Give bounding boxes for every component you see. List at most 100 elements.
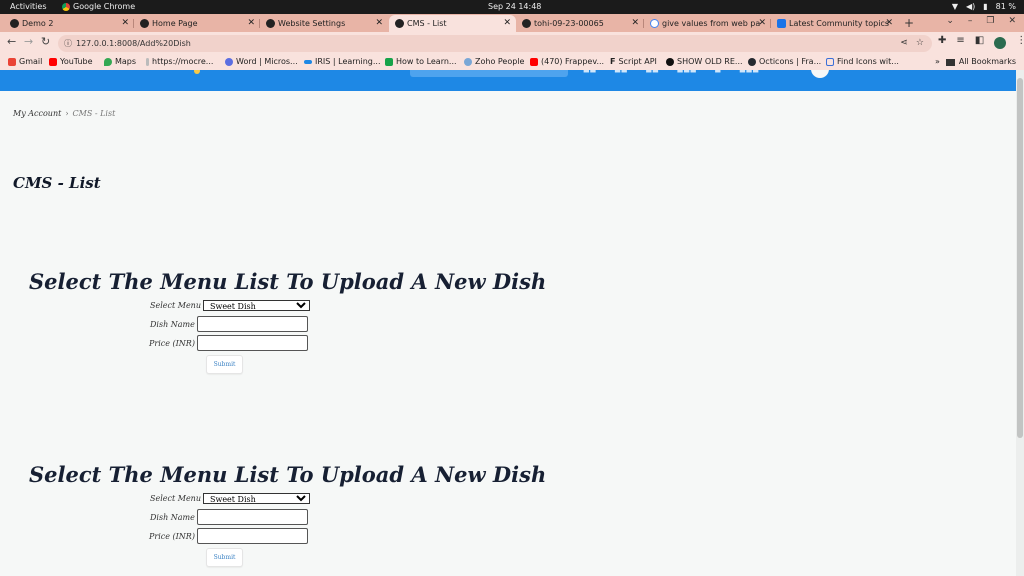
select-menu-label: Select Menu: [150, 494, 201, 503]
nav-link[interactable]: ▬: [715, 70, 722, 75]
breadcrumb: My Account › CMS - List: [13, 109, 115, 118]
bookmark-script-api[interactable]: F Script API: [610, 54, 657, 70]
price-input[interactable]: [196, 528, 308, 544]
user-avatar[interactable]: [811, 70, 829, 78]
bookmark-zoho-people[interactable]: Zoho People: [464, 54, 524, 70]
dish-name-input[interactable]: [196, 509, 308, 525]
nav-link[interactable]: ▬▬: [583, 70, 596, 75]
bookmark-label: Find Icons wit...: [837, 57, 899, 66]
tab-title: Website Settings: [278, 19, 346, 28]
bookmark-octicons[interactable]: Octicons | Fra...: [748, 54, 821, 70]
close-window-icon[interactable]: ✕: [1008, 16, 1016, 26]
restore-icon[interactable]: ❐: [986, 16, 994, 26]
bookmark-how-to-learn[interactable]: How to Learn...: [385, 54, 457, 70]
clock[interactable]: Sep 24 14:48: [488, 0, 541, 14]
app-menu[interactable]: Google Chrome: [62, 0, 135, 14]
bookmark-label: Script API: [618, 57, 657, 66]
window-controls: ⌄ – ❐ ✕: [946, 16, 1016, 26]
bookmark-gmail[interactable]: Gmail: [8, 54, 42, 70]
site-nav-links: ▬▬ ▬▬ ▬▬ ▬▬▬ ▬ ▬▬▬: [583, 70, 759, 75]
bookmark-find-icons[interactable]: Find Icons wit...: [826, 54, 899, 70]
tab-home-page[interactable]: Home Page ✕: [134, 15, 260, 32]
system-tray[interactable]: ▼ ◀) ▮ 81 %: [952, 0, 1016, 14]
page-scrollbar[interactable]: [1016, 70, 1024, 576]
bookmark-star-icon[interactable]: ☆: [916, 35, 924, 52]
site-search-input[interactable]: [410, 70, 568, 77]
bookmarks-overflow-icon[interactable]: »: [935, 54, 940, 70]
nav-link[interactable]: ▬▬: [645, 70, 658, 75]
price-row: Price (INR): [149, 335, 308, 351]
tab-cms-list[interactable]: CMS - List ✕: [389, 15, 516, 32]
tab-community-topics[interactable]: Latest Community topics ✕: [771, 15, 898, 32]
close-tab-icon[interactable]: ✕: [758, 15, 766, 32]
site-info-icon[interactable]: ⓘ: [64, 35, 72, 52]
system-top-bar: Activities Google Chrome Sep 24 14:48 ▼ …: [0, 0, 1024, 14]
tab-title: Home Page: [152, 19, 198, 28]
gmail-icon: [8, 58, 16, 66]
bookmark-mocre[interactable]: https://mocre...: [146, 54, 213, 70]
battery-level: 81 %: [995, 2, 1016, 11]
bookmark-show-old[interactable]: SHOW OLD RE...: [666, 54, 743, 70]
close-tab-icon[interactable]: ✕: [375, 15, 383, 32]
favicon-icon: [266, 19, 275, 28]
address-bar[interactable]: ⓘ 127.0.0.1:8008/Add%20Dish ⋖ ☆: [58, 35, 932, 52]
breadcrumb-my-account[interactable]: My Account: [13, 109, 61, 118]
forward-icon[interactable]: →: [24, 35, 33, 48]
bookmark-frappev[interactable]: (470) Frappev...: [530, 54, 604, 70]
select-menu-dropdown[interactable]: Sweet Dish: [202, 300, 310, 311]
favicon-icon: [522, 19, 531, 28]
share-icon[interactable]: ⋖: [900, 35, 908, 52]
dish-name-row: Dish Name: [150, 316, 308, 332]
submit-button[interactable]: Submit: [206, 548, 243, 567]
wifi-icon: ▼: [951, 2, 958, 11]
flag-icon: [826, 58, 834, 66]
tab-demo-2[interactable]: Demo 2 ✕: [4, 15, 134, 32]
submit-button[interactable]: Submit: [206, 355, 243, 374]
breadcrumb-current: CMS - List: [72, 109, 116, 118]
folder-icon: [945, 58, 955, 66]
tab-tohi[interactable]: tohi-09-23-00065 ✕: [516, 15, 644, 32]
nav-link[interactable]: ▬▬▬: [739, 70, 759, 75]
select-menu-dropdown[interactable]: Sweet Dish: [202, 493, 310, 504]
profile-avatar[interactable]: [994, 37, 1007, 49]
zoho-icon: [464, 58, 472, 66]
bookmark-youtube[interactable]: YouTube: [49, 54, 93, 70]
close-tab-icon[interactable]: ✕: [885, 15, 893, 32]
reload-icon[interactable]: ↻: [41, 35, 50, 48]
bookmark-iris[interactable]: IRIS | Learning...: [304, 54, 381, 70]
nav-link[interactable]: ▬▬: [614, 70, 627, 75]
page-icon: [146, 58, 149, 66]
back-icon[interactable]: ←: [7, 35, 16, 48]
nav-link[interactable]: ▬▬▬: [677, 70, 697, 75]
activities-button[interactable]: Activities: [10, 0, 47, 14]
minimize-icon[interactable]: –: [968, 16, 973, 26]
menu-icon[interactable]: ⋮: [1016, 35, 1024, 49]
chevron-right-icon: ›: [65, 109, 69, 118]
form-heading: Select The Menu List To Upload A New Dis…: [29, 269, 547, 294]
all-bookmarks-button[interactable]: All Bookmarks: [945, 54, 1016, 70]
side-panel-icon[interactable]: ◧: [975, 35, 984, 49]
close-tab-icon[interactable]: ✕: [631, 15, 639, 32]
price-input[interactable]: [196, 335, 308, 351]
dish-name-input[interactable]: [196, 316, 308, 332]
bookmark-maps[interactable]: Maps: [104, 54, 136, 70]
tab-website-settings[interactable]: Website Settings ✕: [260, 15, 388, 32]
close-tab-icon[interactable]: ✕: [503, 15, 511, 32]
price-row: Price (INR): [149, 528, 308, 544]
site-logo[interactable]: [194, 70, 200, 74]
bookmark-label: Word | Micros...: [236, 57, 298, 66]
close-tab-icon[interactable]: ✕: [121, 15, 129, 32]
bookmark-word[interactable]: Word | Micros...: [225, 54, 298, 70]
bookmark-label: (470) Frappev...: [541, 57, 605, 66]
reading-list-icon[interactable]: ≡: [956, 35, 964, 49]
extensions-area: ✚ ≡ ◧ ⋮: [938, 35, 1024, 49]
site-navbar: ▬▬ ▬▬ ▬▬ ▬▬▬ ▬ ▬▬▬: [0, 70, 1016, 91]
new-tab-button[interactable]: +: [904, 15, 914, 31]
close-tab-icon[interactable]: ✕: [247, 15, 255, 32]
tab-give-values[interactable]: give values from web pa ✕: [644, 15, 771, 32]
chrome-icon: [62, 3, 70, 11]
dish-name-label: Dish Name: [150, 319, 195, 329]
scrollbar-thumb[interactable]: [1017, 78, 1023, 438]
extensions-icon[interactable]: ✚: [938, 35, 946, 49]
tab-search-icon[interactable]: ⌄: [946, 16, 954, 26]
